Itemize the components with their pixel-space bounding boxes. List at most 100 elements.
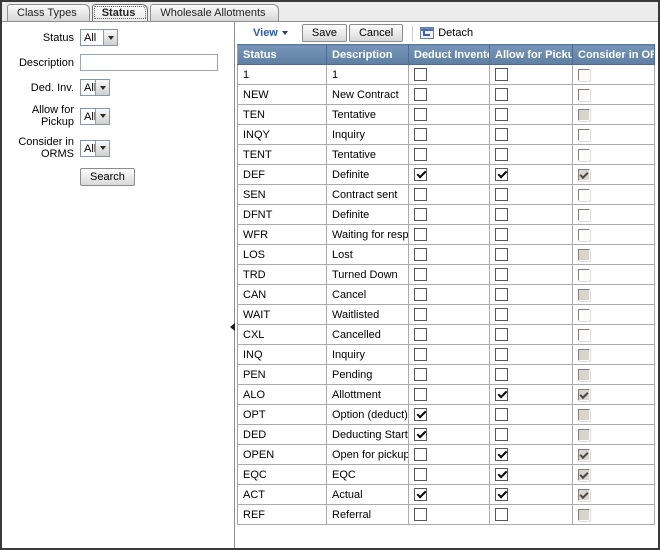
table-row: TENTentative	[238, 105, 655, 125]
status-cell: DFNT	[238, 205, 327, 225]
allow-pickup-checkbox[interactable]	[495, 428, 508, 441]
deduct-inventory-checkbox[interactable]	[414, 488, 427, 501]
deduct-inventory-checkbox[interactable]	[414, 448, 427, 461]
allow-pickup-checkbox[interactable]	[495, 488, 508, 501]
allow-pickup-checkbox[interactable]	[495, 448, 508, 461]
deduct-inventory-checkbox[interactable]	[414, 248, 427, 261]
consider-orms-checkbox	[578, 229, 590, 241]
status-cell: OPEN	[238, 445, 327, 465]
column-header-allow-for-pickup: Allow for Pickup	[490, 45, 573, 65]
results-toolbar: View Save Cancel Detach	[237, 22, 655, 44]
allow-pickup-checkbox[interactable]	[495, 408, 508, 421]
cancel-button[interactable]: Cancel	[349, 24, 403, 42]
tab-status[interactable]: Status	[92, 4, 149, 21]
description-cell: Deducting Start	[327, 425, 409, 445]
deduct-inventory-checkbox[interactable]	[414, 128, 427, 141]
description-cell: Option (deduct)	[327, 405, 409, 425]
view-menu-label: View	[253, 27, 278, 39]
deduct-inventory-checkbox[interactable]	[414, 348, 427, 361]
deduct-inventory-checkbox[interactable]	[414, 468, 427, 481]
deduct-inventory-checkbox[interactable]	[414, 88, 427, 101]
allow-pickup-checkbox[interactable]	[495, 208, 508, 221]
description-cell: Cancelled	[327, 325, 409, 345]
deduct-inventory-checkbox[interactable]	[414, 428, 427, 441]
table-row: INQInquiry	[238, 345, 655, 365]
status-cell: NEW	[238, 85, 327, 105]
allow-pickup-checkbox[interactable]	[495, 68, 508, 81]
deduct-inventory-checkbox[interactable]	[414, 408, 427, 421]
allow-pickup-checkbox[interactable]	[495, 168, 508, 181]
consider-orms-checkbox	[578, 209, 590, 221]
table-row: REFReferral	[238, 505, 655, 525]
description-cell: Referral	[327, 505, 409, 525]
view-menu-button[interactable]: View	[253, 27, 288, 39]
status-select-arrow-icon[interactable]	[103, 30, 117, 45]
allow-pickup-checkbox[interactable]	[495, 128, 508, 141]
deduct-inventory-checkbox[interactable]	[414, 308, 427, 321]
deduct-inventory-checkbox[interactable]	[414, 168, 427, 181]
save-button[interactable]: Save	[302, 24, 347, 42]
allow-pickup-checkbox[interactable]	[495, 328, 508, 341]
table-row: TENTTentative	[238, 145, 655, 165]
allow-pickup-checkbox[interactable]	[495, 308, 508, 321]
tab-class-types[interactable]: Class Types	[7, 4, 90, 21]
deduct-inventory-checkbox[interactable]	[414, 68, 427, 81]
deduct-inventory-checkbox[interactable]	[414, 188, 427, 201]
consider-orms-checkbox	[578, 409, 590, 421]
content-area: Status All Description Ded. Inv. All All…	[2, 22, 658, 548]
allow-pickup-checkbox[interactable]	[495, 248, 508, 261]
tab-wholesale-allotments[interactable]: Wholesale Allotments	[150, 4, 278, 21]
deduct-inventory-checkbox[interactable]	[414, 228, 427, 241]
allow-pickup-checkbox[interactable]	[495, 468, 508, 481]
consider-orms-checkbox	[578, 169, 590, 181]
description-label: Description	[2, 57, 80, 69]
deduct-inventory-checkbox[interactable]	[414, 388, 427, 401]
description-input[interactable]	[80, 54, 218, 71]
deduct-inventory-checkbox[interactable]	[414, 288, 427, 301]
column-header-status: Status	[238, 45, 327, 65]
consider-orms-select[interactable]: All	[80, 140, 110, 157]
description-cell: Inquiry	[327, 125, 409, 145]
allow-pickup-checkbox[interactable]	[495, 388, 508, 401]
status-cell: REF	[238, 505, 327, 525]
allow-pickup-checkbox[interactable]	[495, 288, 508, 301]
allow-pickup-checkbox[interactable]	[495, 108, 508, 121]
allow-pickup-select[interactable]: All	[80, 108, 110, 125]
deduct-inventory-checkbox[interactable]	[414, 508, 427, 521]
deduct-inventory-checkbox[interactable]	[414, 208, 427, 221]
results-panel: View Save Cancel Detach Status	[235, 22, 658, 548]
status-cell: EQC	[238, 465, 327, 485]
table-row: DEFDefinite	[238, 165, 655, 185]
allow-pickup-select-arrow-icon[interactable]	[95, 109, 109, 124]
search-button[interactable]: Search	[80, 168, 135, 186]
consider-orms-checkbox	[578, 329, 590, 341]
toolbar-separator	[412, 26, 413, 41]
deduct-inventory-checkbox[interactable]	[414, 108, 427, 121]
allow-pickup-checkbox[interactable]	[495, 508, 508, 521]
consider-orms-checkbox	[578, 469, 590, 481]
allow-pickup-checkbox[interactable]	[495, 368, 508, 381]
allow-pickup-checkbox[interactable]	[495, 88, 508, 101]
status-cell: INQY	[238, 125, 327, 145]
description-cell: Waiting for response	[327, 225, 409, 245]
allow-pickup-checkbox[interactable]	[495, 348, 508, 361]
deduct-inventory-checkbox[interactable]	[414, 368, 427, 381]
allow-pickup-checkbox[interactable]	[495, 228, 508, 241]
status-cell: WAIT	[238, 305, 327, 325]
ded-inv-select[interactable]: All	[80, 79, 110, 96]
allow-pickup-checkbox[interactable]	[495, 268, 508, 281]
status-cell: DEF	[238, 165, 327, 185]
deduct-inventory-checkbox[interactable]	[414, 268, 427, 281]
status-cell: CXL	[238, 325, 327, 345]
allow-pickup-checkbox[interactable]	[495, 148, 508, 161]
allow-pickup-checkbox[interactable]	[495, 188, 508, 201]
consider-orms-checkbox	[578, 149, 590, 161]
consider-orms-checkbox	[578, 69, 590, 81]
consider-orms-select-arrow-icon[interactable]	[95, 141, 109, 156]
deduct-inventory-checkbox[interactable]	[414, 148, 427, 161]
deduct-inventory-checkbox[interactable]	[414, 328, 427, 341]
ded-inv-select-arrow-icon[interactable]	[95, 80, 109, 95]
detach-button[interactable]: Detach	[420, 27, 473, 39]
status-select[interactable]: All	[80, 29, 118, 46]
splitter-collapse-arrow[interactable]	[230, 323, 235, 331]
